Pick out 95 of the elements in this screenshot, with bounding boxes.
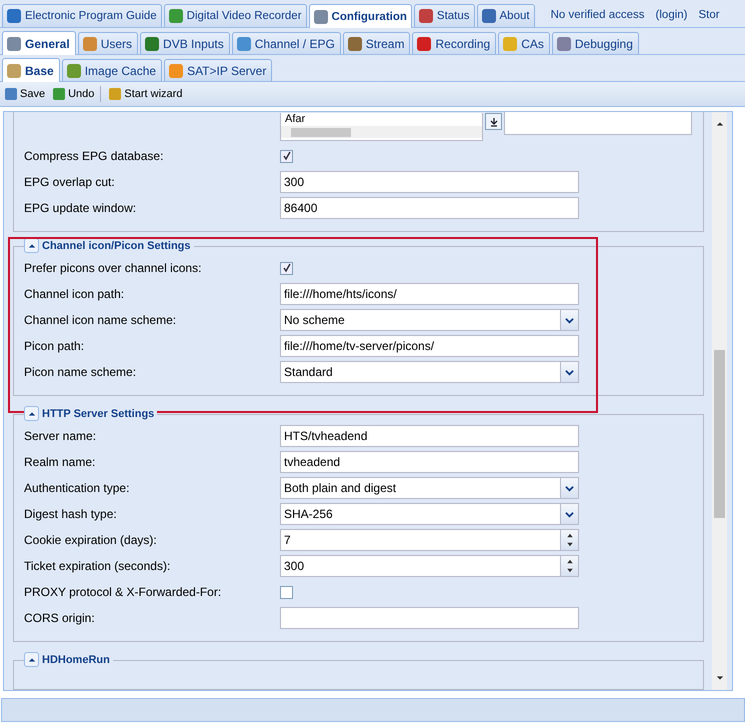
sub-tab[interactable]: DVB Inputs — [140, 32, 230, 54]
toolbar-icon — [51, 86, 68, 102]
checkbox[interactable] — [280, 150, 293, 162]
section-title: Channel icon/Picon Settings — [42, 240, 191, 252]
tab-icon — [6, 36, 22, 52]
toolbar-icon — [3, 86, 19, 102]
field-label: Ticket expiration (seconds): — [24, 559, 172, 573]
collapse-toggle[interactable] — [24, 406, 39, 421]
main-tab[interactable]: Electronic Program Guide — [2, 4, 162, 27]
header-link[interactable]: Stor — [698, 9, 720, 21]
scrollbar[interactable] — [712, 112, 727, 690]
text-field[interactable]: 300 — [280, 171, 579, 193]
toolbar-button[interactable]: Save — [1, 84, 48, 104]
header-link[interactable]: (login) — [656, 9, 688, 21]
caret-up-icon — [28, 410, 36, 418]
dropdown[interactable]: No scheme — [280, 309, 579, 331]
tab-icon — [66, 62, 82, 78]
main-tab[interactable]: Digital Video Recorder — [164, 4, 307, 27]
dropdown[interactable]: SHA-256 — [280, 503, 579, 525]
page-tab[interactable]: Base — [2, 58, 60, 82]
text-field[interactable]: tvheadend — [280, 451, 579, 473]
access-status: No verified access — [550, 9, 645, 21]
page-tab[interactable]: SAT>IP Server — [164, 59, 272, 81]
spin-arrows-icon — [564, 531, 574, 549]
field-label: Picon path: — [24, 339, 86, 353]
caret-up-icon — [28, 656, 36, 664]
dropdown[interactable]: Both plain and digest — [280, 477, 579, 499]
sub-tab[interactable]: General — [2, 31, 76, 55]
toolbar-icon — [107, 86, 124, 102]
tab-icon — [556, 36, 572, 52]
main-tab[interactable]: About — [476, 4, 535, 27]
text-field[interactable] — [280, 607, 579, 629]
field-label: Compress EPG database: — [24, 149, 164, 163]
number-spinner[interactable]: 7 — [280, 529, 579, 551]
field-label: CORS origin: — [24, 611, 96, 625]
download-arrow-icon — [488, 116, 498, 126]
sub-tab[interactable]: Users — [78, 32, 138, 54]
field-label: Digest hash type: — [24, 507, 118, 521]
tab-icon — [312, 8, 329, 24]
section-title: HDHomeRun — [42, 654, 110, 666]
tab-icon — [418, 8, 434, 24]
arrow-up-icon[interactable] — [716, 120, 724, 128]
toolbar-button[interactable]: Undo — [49, 84, 96, 104]
field-label: Authentication type: — [24, 481, 130, 495]
caret-down-icon — [565, 484, 574, 492]
field-label: Server name: — [24, 429, 98, 443]
checkbox[interactable] — [280, 586, 293, 598]
page-tab[interactable]: Image Cache — [62, 59, 162, 81]
field-label: Channel icon path: — [24, 287, 126, 301]
main-tab[interactable]: Status — [414, 4, 475, 27]
field-label: Picon name scheme: — [24, 365, 138, 379]
move-down-button[interactable] — [485, 113, 502, 130]
tab-icon — [346, 36, 363, 52]
checkbox[interactable] — [280, 262, 293, 274]
field-label: Cookie expiration (days): — [24, 533, 158, 547]
scrollbar-thumb[interactable] — [714, 350, 725, 518]
spin-arrows-icon — [564, 557, 574, 575]
tab-icon — [480, 8, 497, 24]
arrow-down-icon[interactable] — [716, 674, 724, 682]
sub-tab[interactable]: CAs — [498, 32, 550, 54]
collapse-toggle[interactable] — [24, 238, 39, 253]
tab-icon — [168, 8, 184, 24]
field-label: EPG overlap cut: — [24, 175, 116, 189]
text-field[interactable]: file:///home/hts/icons/ — [280, 283, 579, 305]
main-tab[interactable]: Configuration — [308, 4, 412, 28]
tab-icon — [236, 36, 252, 52]
number-spinner[interactable]: 300 — [280, 555, 579, 577]
field-label: PROXY protocol & X-Forwarded-For: — [24, 585, 222, 599]
field-label: EPG update window: — [24, 201, 138, 215]
sub-tab[interactable]: Stream — [342, 32, 410, 54]
tab-icon — [6, 62, 22, 78]
text-field[interactable]: file:///home/tv-server/picons/ — [280, 335, 579, 357]
field-label: Realm name: — [24, 455, 96, 469]
collapse-toggle[interactable] — [24, 652, 39, 667]
toolbar-button[interactable]: Start wizard — [105, 84, 184, 104]
field-label: Prefer picons over channel icons: — [24, 261, 202, 275]
caret-up-icon — [28, 242, 36, 250]
section-title: HTTP Server Settings — [42, 408, 154, 420]
tab-icon — [144, 36, 160, 52]
list-box[interactable]: Afar — [280, 113, 483, 141]
dropdown[interactable]: Standard — [280, 361, 579, 383]
caret-down-icon — [565, 368, 574, 376]
sub-tab[interactable]: Recording — [412, 32, 496, 54]
text-field[interactable]: HTS/tvheadend — [280, 425, 579, 447]
caret-down-icon — [565, 316, 574, 324]
sub-tab[interactable]: Channel / EPG — [232, 32, 341, 54]
tab-icon — [502, 36, 518, 52]
caret-down-icon — [565, 510, 574, 518]
tab-icon — [82, 36, 98, 52]
tab-icon — [416, 36, 432, 52]
tab-icon — [168, 62, 184, 78]
field-label: Channel icon name scheme: — [24, 313, 178, 327]
text-field[interactable]: 86400 — [280, 197, 579, 219]
tab-icon — [6, 8, 22, 24]
sub-tab[interactable]: Debugging — [552, 32, 639, 54]
